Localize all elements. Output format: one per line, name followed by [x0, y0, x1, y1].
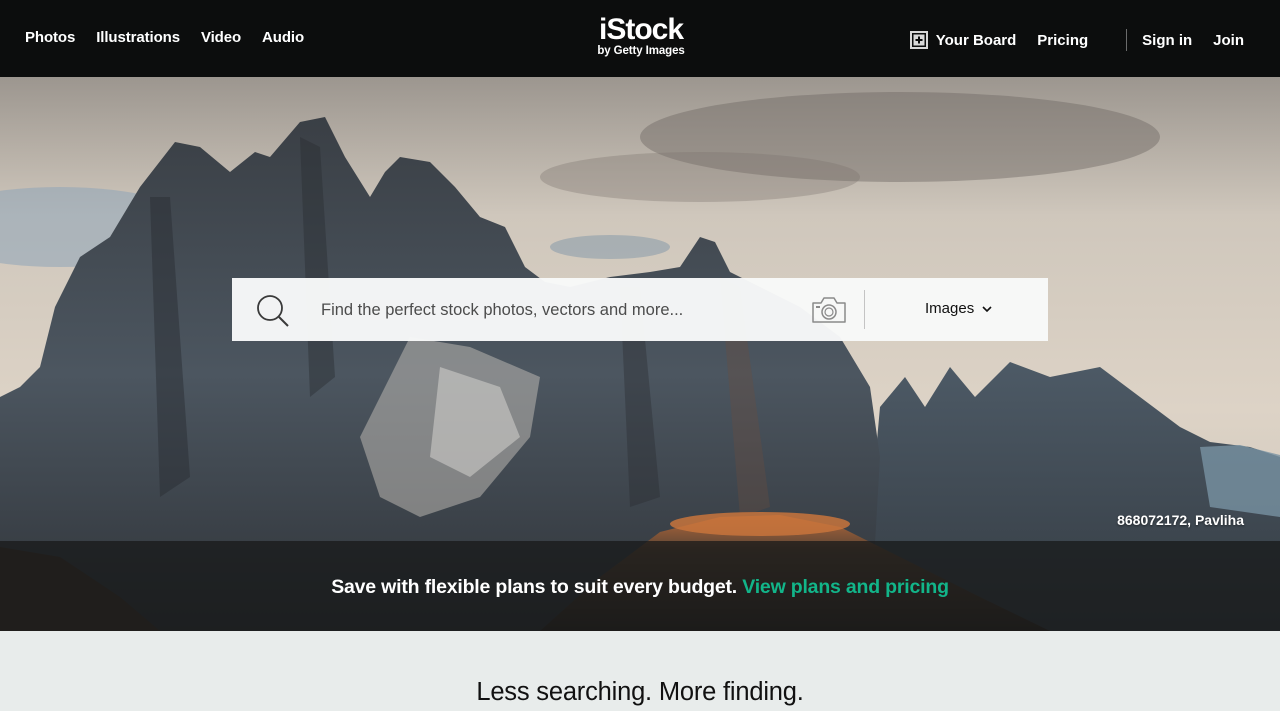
nav-video-link[interactable]: Video — [201, 29, 241, 46]
your-board-label: Your Board — [935, 31, 1017, 49]
search-bar: Images — [232, 278, 1048, 341]
camera-icon[interactable] — [810, 295, 848, 325]
promo-banner: Save with flexible plans to suit every b… — [0, 541, 1280, 631]
your-board-link[interactable]: Your Board — [909, 31, 1017, 49]
nav-divider — [1126, 29, 1128, 51]
top-navigation-bar: Photos Illustrations Video Audio iStock … — [0, 0, 1280, 77]
nav-audio-link[interactable]: Audio — [262, 29, 304, 46]
hero-banner: Images 868072172, Pavliha Save with flex… — [0, 77, 1280, 631]
search-input[interactable] — [321, 295, 801, 325]
account-nav: Your Board Pricing Sign in Join — [909, 29, 1244, 51]
istock-logo[interactable]: iStock by Getty Images — [590, 14, 692, 57]
nav-photos-link[interactable]: Photos — [25, 29, 75, 46]
media-type-nav: Photos Illustrations Video Audio — [25, 29, 325, 46]
page-tagline: Less searching. More finding. — [476, 678, 804, 706]
board-plus-icon — [909, 31, 928, 49]
sign-in-link[interactable]: Sign in — [1142, 32, 1192, 49]
join-link[interactable]: Join — [1213, 32, 1244, 49]
media-type-selected: Images — [925, 300, 975, 317]
tagline-section: Less searching. More finding. — [0, 631, 1280, 711]
logo-wordmark: iStock — [598, 13, 684, 46]
logo-tagline: by Getty Images — [597, 45, 685, 57]
photo-credit[interactable]: 868072172, Pavliha — [1117, 512, 1244, 528]
search-icon[interactable] — [256, 294, 290, 328]
nav-illustrations-link[interactable]: Illustrations — [96, 29, 180, 46]
promo-text: Save with flexible plans to suit every b… — [331, 576, 743, 598]
chevron-down-icon — [982, 305, 992, 312]
media-type-dropdown[interactable]: Images — [925, 300, 993, 317]
view-plans-link[interactable]: View plans and pricing — [742, 576, 949, 598]
pricing-link[interactable]: Pricing — [1037, 32, 1088, 49]
search-divider — [864, 290, 865, 329]
